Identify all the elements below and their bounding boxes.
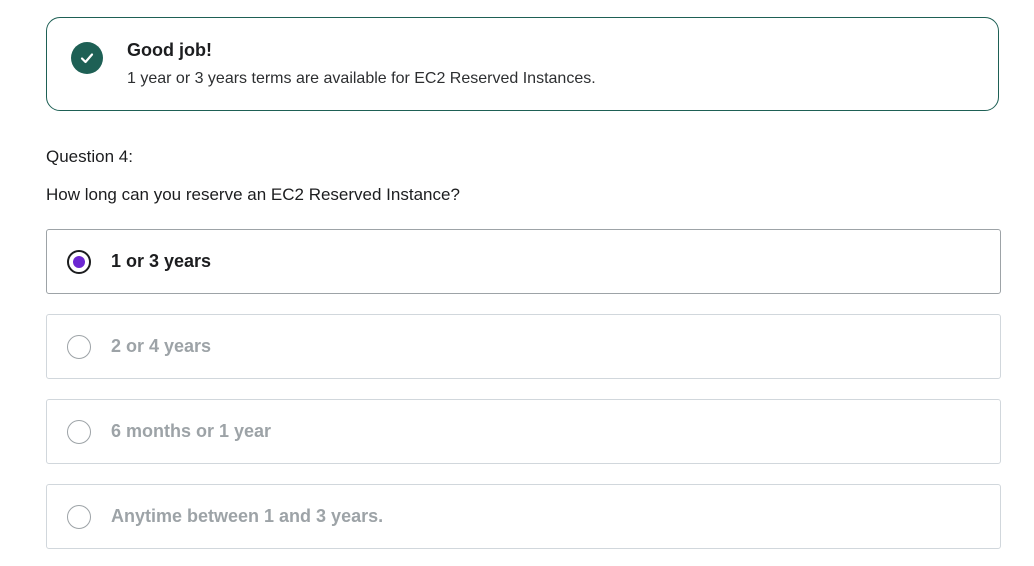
answer-option-2[interactable]: 2 or 4 years	[46, 314, 1001, 379]
answer-option-3[interactable]: 6 months or 1 year	[46, 399, 1001, 464]
feedback-explanation: 1 year or 3 years terms are available fo…	[127, 70, 596, 87]
answer-option-label: 1 or 3 years	[111, 251, 212, 271]
question-number: Question 4:	[46, 147, 133, 166]
answer-option-label: Anytime between 1 and 3 years.	[111, 506, 384, 526]
answer-option-4[interactable]: Anytime between 1 and 3 years.	[46, 484, 1001, 549]
radio-button[interactable]	[67, 505, 91, 529]
radio-selected-dot	[73, 256, 85, 268]
check-icon	[71, 42, 103, 74]
radio-button-selected[interactable]	[67, 250, 91, 274]
radio-button[interactable]	[67, 420, 91, 444]
answer-option-1[interactable]: 1 or 3 years	[46, 229, 1001, 294]
answer-option-label: 6 months or 1 year	[111, 421, 272, 441]
question-prompt: How long can you reserve an EC2 Reserved…	[46, 185, 460, 204]
feedback-banner: Good job! 1 year or 3 years terms are av…	[46, 17, 999, 111]
radio-button[interactable]	[67, 335, 91, 359]
feedback-title: Good job!	[127, 40, 212, 60]
answer-option-label: 2 or 4 years	[111, 336, 212, 356]
